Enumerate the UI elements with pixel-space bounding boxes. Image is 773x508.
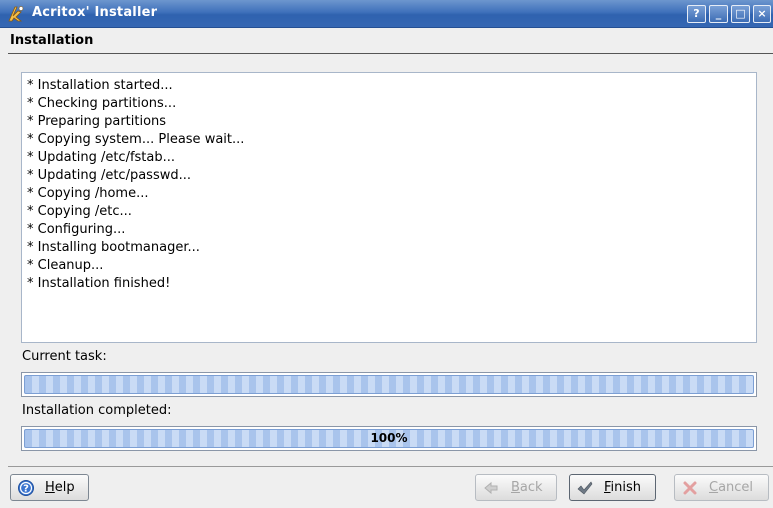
- window-title: Acritox' Installer: [32, 5, 158, 20]
- back-button[interactable]: Back: [475, 474, 557, 501]
- app-icon: [8, 6, 24, 22]
- log-line: * Preparing partitions: [27, 114, 167, 129]
- minimize-button[interactable]: _: [709, 5, 728, 23]
- current-task-progress-bar: [21, 372, 757, 397]
- maximize-button[interactable]: □: [731, 5, 750, 23]
- log-line: * Installation started...: [27, 78, 173, 93]
- log-line: * Copying /home...: [27, 186, 149, 201]
- help-icon: ?: [18, 480, 34, 496]
- checkmark-icon: [577, 481, 593, 495]
- log-line: * Installation finished!: [27, 276, 171, 291]
- current-task-progress-fill: [24, 375, 754, 394]
- log-line: * Configuring...: [27, 222, 126, 237]
- help-button[interactable]: ? Help: [10, 474, 89, 501]
- svg-text:?: ?: [23, 484, 29, 495]
- close-button[interactable]: ×: [753, 5, 771, 23]
- window-titlebar[interactable]: Acritox' Installer ? _ □ ×: [0, 0, 773, 28]
- installation-progress-bar: 100%: [21, 426, 757, 451]
- log-line: * Copying /etc...: [27, 204, 132, 219]
- finish-button[interactable]: Finish: [569, 474, 656, 501]
- finish-button-label: Finish: [604, 480, 642, 495]
- context-help-button[interactable]: ?: [687, 5, 706, 23]
- log-line: * Updating /etc/fstab...: [27, 150, 176, 165]
- current-task-label: Current task:: [22, 349, 107, 364]
- cancel-button[interactable]: Cancel: [674, 474, 769, 501]
- log-line: * Installing bootmanager...: [27, 240, 200, 255]
- footer-divider: [8, 466, 773, 467]
- arrow-left-icon: [484, 481, 498, 495]
- log-line: * Checking partitions...: [27, 96, 177, 111]
- installation-log[interactable]: * Installation started... * Checking part…: [21, 72, 757, 343]
- installation-completed-label: Installation completed:: [22, 403, 172, 418]
- header-divider: [8, 53, 773, 54]
- page-header: Installation: [0, 28, 773, 54]
- installation-progress-percent: 100%: [370, 431, 408, 445]
- log-line: * Cleanup...: [27, 258, 104, 273]
- help-button-label: Help: [45, 480, 75, 495]
- log-line: * Copying system... Please wait...: [27, 132, 245, 147]
- cross-icon: [683, 481, 697, 495]
- log-line: * Updating /etc/passwd...: [27, 168, 191, 183]
- back-button-label: Back: [511, 480, 543, 495]
- page-title: Installation: [10, 33, 94, 48]
- cancel-button-label: Cancel: [709, 480, 754, 495]
